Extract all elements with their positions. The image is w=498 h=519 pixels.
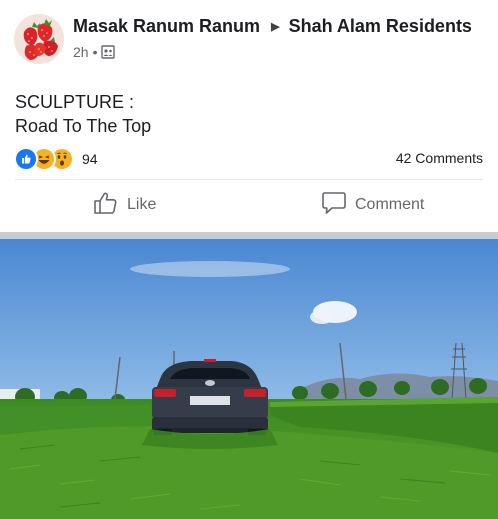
caption-line-1: SCULPTURE : <box>15 92 135 112</box>
strawberry-avatar-image <box>14 14 64 64</box>
author-name[interactable]: Masak Ranum Ranum <box>73 16 260 36</box>
reactions-summary[interactable]: 94 <box>14 147 98 171</box>
thumbs-up-icon <box>93 191 119 220</box>
comments-count[interactable]: 42 Comments <box>396 150 483 166</box>
comment-button[interactable]: Comment <box>321 190 424 220</box>
post-meta: 2h • <box>73 44 116 60</box>
post-caption: SCULPTURE : Road To The Top <box>15 90 151 138</box>
post-card: Masak Ranum Ranum ▶ Shah Alam Residents … <box>0 0 498 232</box>
like-label: Like <box>127 196 157 213</box>
post-header: Masak Ranum Ranum ▶ Shah Alam Residents <box>73 16 493 37</box>
group-name[interactable]: Shah Alam Residents <box>289 16 472 36</box>
author-avatar[interactable] <box>14 14 64 64</box>
reaction-count: 94 <box>82 151 98 167</box>
group-audience-icon <box>101 45 116 59</box>
post-photo[interactable] <box>0 239 498 519</box>
post-separator-bar <box>0 232 498 239</box>
actions-divider <box>15 179 483 180</box>
like-button[interactable]: Like <box>93 190 156 220</box>
comment-label: Comment <box>355 196 425 213</box>
caret-right-icon: ▶ <box>271 21 280 33</box>
meta-separator: • <box>92 44 98 60</box>
caption-line-2: Road To The Top <box>15 116 152 136</box>
car <box>152 359 268 435</box>
like-reaction-icon <box>14 147 38 171</box>
post-time[interactable]: 2h <box>73 44 89 60</box>
car-on-hedge-photo <box>0 239 498 519</box>
comment-bubble-icon <box>321 191 347 220</box>
